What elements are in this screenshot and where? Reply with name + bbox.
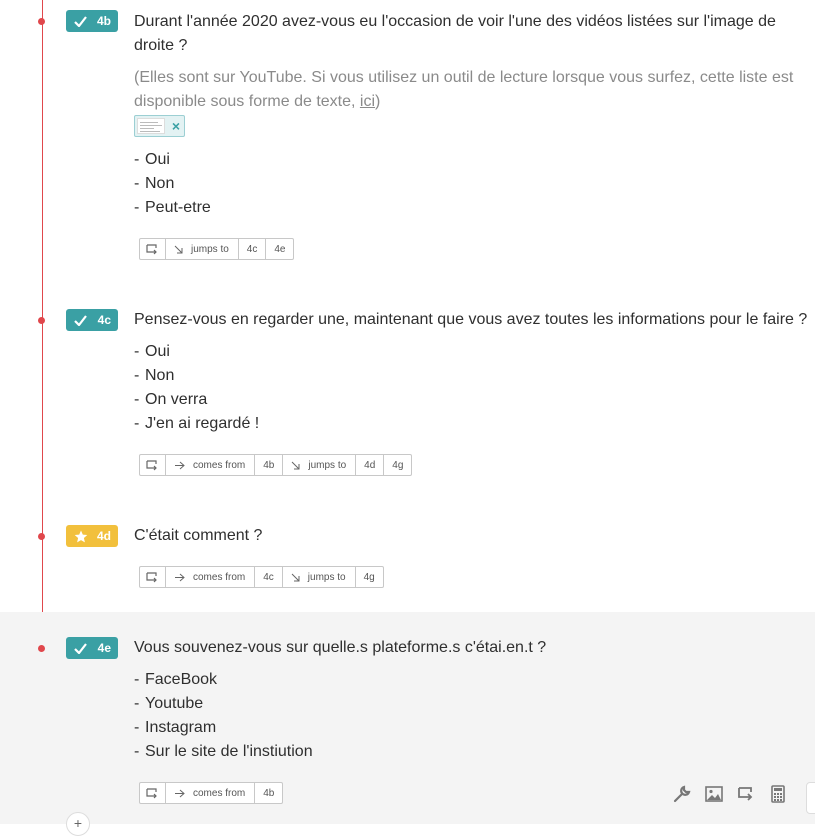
arrow-right-icon (175, 789, 185, 797)
question-number: 4e (97, 641, 111, 655)
question-hint: (Elles sont sur YouTube. Si vous utilise… (134, 69, 794, 110)
jump-target[interactable]: 4e (266, 239, 293, 259)
logic-bar[interactable]: comes from 4c jumps to 4g (139, 566, 384, 588)
image-icon[interactable] (704, 784, 723, 803)
logic-bar[interactable]: comes from 4b jumps to 4d 4g (139, 454, 413, 476)
question-title[interactable]: C'était comment ? (134, 524, 814, 548)
source-question[interactable]: 4c (255, 567, 283, 587)
option-item: Non (134, 172, 211, 196)
hint-link[interactable]: ici (360, 93, 375, 110)
jump-target[interactable]: 4g (356, 567, 383, 587)
option-item: Peut-etre (134, 196, 211, 220)
timeline-dot (38, 317, 45, 324)
check-icon (74, 15, 87, 27)
timeline-dot (38, 18, 45, 25)
question-title[interactable]: Durant l'année 2020 avez-vous eu l'occas… (134, 10, 814, 58)
options-list: FaceBook Youtube Instagram Sur le site d… (134, 668, 313, 764)
jump-target[interactable]: 4c (239, 239, 267, 259)
comes-from-label: comes from (166, 783, 256, 803)
check-icon (74, 642, 87, 654)
option-item: Instagram (134, 716, 313, 740)
source-question[interactable]: 4b (255, 783, 282, 803)
question-title[interactable]: Pensez-vous en regarder une, maintenant … (134, 308, 814, 332)
timeline-dot (38, 645, 45, 652)
question-title[interactable]: Vous souvenez-vous sur quelle.s platefor… (134, 636, 814, 660)
option-item: Non (134, 364, 259, 388)
option-item: Sur le site de l'instiution (134, 740, 313, 764)
logic-icon[interactable] (140, 239, 166, 259)
comes-from-label: comes from (166, 455, 256, 475)
arrow-down-right-icon (292, 461, 300, 469)
image-thumbnail (137, 118, 165, 134)
question-4b[interactable]: 4b Durant l'année 2020 avez-vous eu l'oc… (0, 0, 815, 290)
jump-target[interactable]: 4d (356, 455, 385, 475)
arrow-right-icon (175, 573, 185, 581)
options-list: Oui Non On verra J'en ai regardé ! (134, 340, 259, 436)
check-icon (74, 314, 87, 326)
remove-image-icon[interactable]: × (172, 117, 180, 135)
jump-target[interactable]: 4g (384, 455, 411, 475)
comes-from-label: comes from (166, 567, 256, 587)
logic-icon[interactable] (140, 455, 166, 475)
question-badge[interactable]: 4b (66, 10, 118, 32)
option-item: Oui (134, 340, 259, 364)
calculator-icon[interactable] (768, 784, 787, 803)
source-question[interactable]: 4b (255, 455, 284, 475)
jumps-to-label: jumps to (166, 239, 239, 259)
arrow-down-right-icon (291, 573, 300, 581)
logic-branch-icon[interactable] (736, 784, 755, 803)
star-icon (74, 530, 88, 542)
add-question-button[interactable]: + (66, 812, 90, 836)
arrow-down-right-icon (174, 245, 183, 253)
question-4d[interactable]: 4d C'était comment ? comes from 4c jumps… (0, 506, 815, 612)
option-item: FaceBook (134, 668, 313, 692)
question-badge[interactable]: 4d (66, 525, 118, 547)
question-badge[interactable]: 4e (66, 637, 118, 659)
question-number: 4b (96, 14, 111, 28)
question-toolbar (672, 784, 787, 803)
image-attachment[interactable]: × (134, 115, 185, 137)
question-number: 4d (96, 529, 111, 543)
option-item: On verra (134, 388, 259, 412)
timeline-dot (38, 533, 45, 540)
question-number: 4c (97, 313, 111, 327)
logic-bar[interactable]: jumps to 4c 4e (139, 238, 295, 260)
logic-bar[interactable]: comes from 4b (139, 782, 284, 804)
jumps-to-label: jumps to (283, 567, 356, 587)
side-panel-handle[interactable] (806, 782, 815, 814)
logic-icon[interactable] (140, 783, 166, 803)
arrow-right-icon (175, 461, 185, 469)
question-badge[interactable]: 4c (66, 309, 118, 331)
option-item: Oui (134, 148, 211, 172)
wrench-icon[interactable] (672, 784, 691, 803)
logic-icon[interactable] (140, 567, 166, 587)
option-item: J'en ai regardé ! (134, 412, 259, 436)
option-item: Youtube (134, 692, 313, 716)
question-4c[interactable]: 4c Pensez-vous en regarder une, maintena… (0, 290, 815, 506)
options-list: Oui Non Peut-etre (134, 148, 211, 220)
jumps-to-label: jumps to (283, 455, 357, 475)
